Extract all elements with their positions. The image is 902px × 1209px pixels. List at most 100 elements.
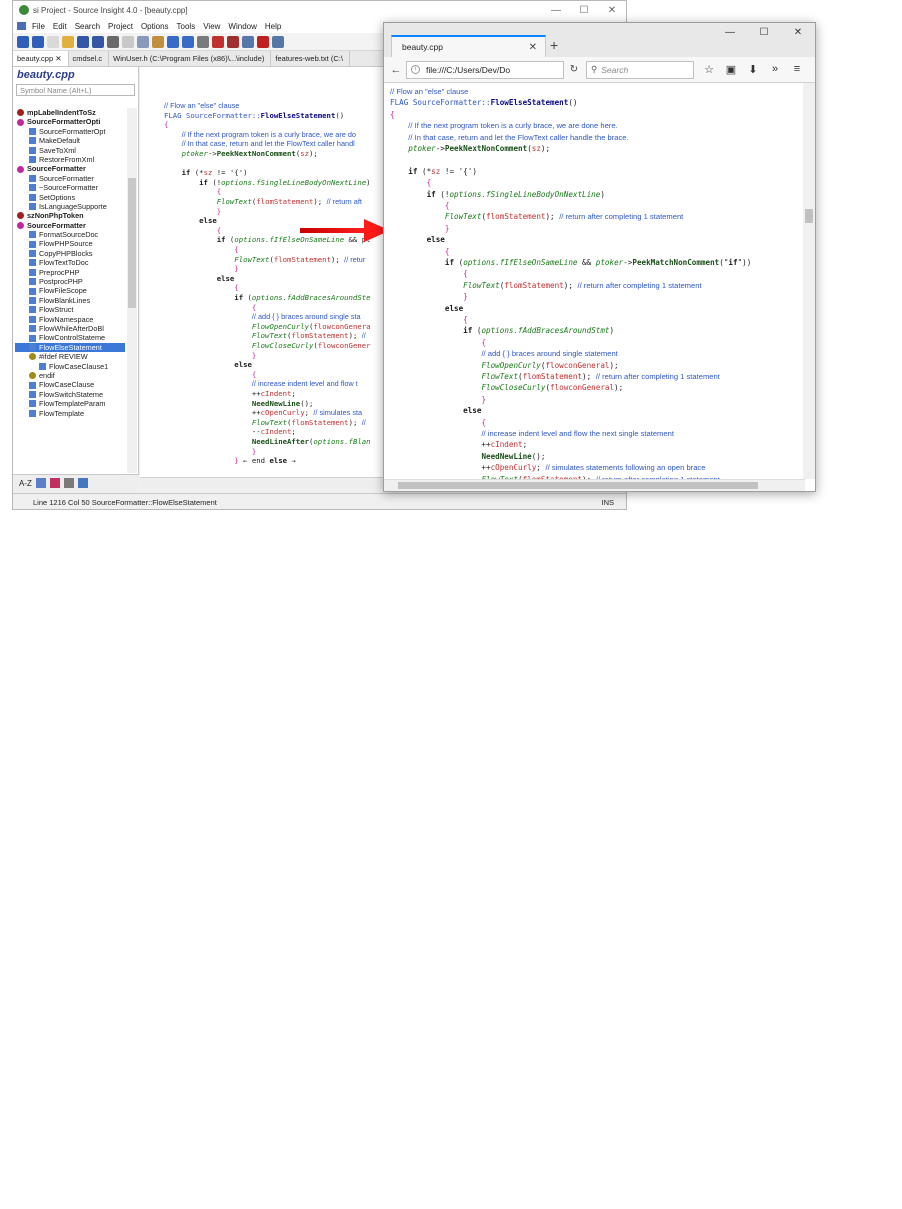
- open-folder-icon[interactable]: [62, 35, 74, 48]
- symbol-search-input[interactable]: Symbol Name (Alt+L): [16, 84, 135, 96]
- symbol-item[interactable]: FlowTemplate: [15, 409, 125, 418]
- code-line: FlowText(flomStatement); // return after…: [481, 372, 720, 381]
- symbol-item[interactable]: SetOptions: [15, 193, 125, 202]
- bookmark-star-icon[interactable]: ☆: [698, 63, 720, 76]
- menu-window[interactable]: Window: [224, 22, 260, 31]
- symbol-item[interactable]: SourceFormatterOpti: [15, 117, 125, 126]
- firefox-vertical-scrollbar[interactable]: [803, 83, 815, 479]
- symbol-item[interactable]: SaveToXml: [15, 146, 125, 155]
- symbol-item[interactable]: FlowWhileAfterDoBl: [15, 324, 125, 333]
- symbol-item[interactable]: FlowCaseClause: [15, 380, 125, 389]
- search-box[interactable]: ⚲ Search: [586, 60, 694, 79]
- symbol-item[interactable]: PostprocPHP: [15, 277, 125, 286]
- symbol-item[interactable]: CopyPHPBlocks: [15, 249, 125, 258]
- menu-tools[interactable]: Tools: [173, 22, 200, 31]
- firefox-vscroll-thumb[interactable]: [805, 209, 813, 223]
- symbol-item[interactable]: FlowTextToDoc: [15, 258, 125, 267]
- symbol-item[interactable]: RestoreFromXml: [15, 155, 125, 164]
- print-icon[interactable]: [107, 35, 119, 48]
- sidebar-scrollbar[interactable]: [127, 108, 137, 473]
- group-icon[interactable]: [63, 478, 74, 488]
- tab-winuser-h[interactable]: WinUser.h (C:\Program Files (x86)\...\in…: [109, 51, 272, 66]
- symbol-item[interactable]: MakeDefault: [15, 136, 125, 145]
- firefox-maximize-button[interactable]: ☐: [747, 27, 781, 38]
- references-icon[interactable]: [227, 35, 239, 48]
- symbol-item[interactable]: mpLabelIndentToSz: [15, 108, 125, 117]
- symbol-item[interactable]: FlowNamespace: [15, 315, 125, 324]
- method-icon: [29, 409, 36, 417]
- symbol-item[interactable]: SourceFormatterOpt: [15, 127, 125, 136]
- firefox-horizontal-scrollbar[interactable]: [384, 479, 805, 491]
- system-menu-icon[interactable]: [17, 22, 26, 30]
- menu-file[interactable]: File: [28, 22, 49, 31]
- menu-edit[interactable]: Edit: [49, 22, 71, 31]
- save-icon[interactable]: [77, 35, 89, 48]
- overflow-menu-icon[interactable]: »: [764, 63, 786, 76]
- firefox-close-button[interactable]: ✕: [781, 27, 815, 38]
- cut-icon[interactable]: [122, 35, 134, 48]
- symbol-item[interactable]: #ifdef REVIEW: [15, 352, 125, 361]
- symbol-item[interactable]: FlowCaseClause1: [15, 362, 125, 371]
- menu-view[interactable]: View: [199, 22, 224, 31]
- symbol-item[interactable]: FlowSwitchStateme: [15, 390, 125, 399]
- symbol-item[interactable]: ~SourceFormatter: [15, 183, 125, 192]
- firefox-minimize-button[interactable]: —: [713, 27, 747, 38]
- symbol-item[interactable]: FlowBlankLines: [15, 296, 125, 305]
- code-line: {: [463, 269, 468, 279]
- symbol-item[interactable]: PreprocPHP: [15, 268, 125, 277]
- tab-cmdsel-c[interactable]: cmdsel.c: [69, 51, 110, 66]
- close-button[interactable]: ✕: [598, 5, 626, 16]
- search-placeholder: Search: [601, 64, 629, 75]
- copy-icon[interactable]: [137, 35, 149, 48]
- forward-icon[interactable]: [32, 35, 44, 48]
- minimize-button[interactable]: —: [542, 5, 570, 16]
- tab-beauty-cpp[interactable]: beauty.cpp ✕: [13, 51, 69, 66]
- symbol-item[interactable]: IsLanguageSupporte: [15, 202, 125, 211]
- relation-icon[interactable]: [257, 35, 269, 48]
- close-tab-icon[interactable]: ✕: [529, 42, 537, 53]
- back-icon[interactable]: [17, 35, 29, 48]
- symbol-item[interactable]: SourceFormatter: [15, 174, 125, 183]
- symbol-item[interactable]: FlowTemplateParam: [15, 399, 125, 408]
- symbol-item[interactable]: endif: [15, 371, 125, 380]
- menu-project[interactable]: Project: [104, 22, 137, 31]
- symbol-item[interactable]: FlowElseStatement: [15, 342, 125, 353]
- library-icon[interactable]: ▣: [720, 63, 742, 76]
- reload-icon[interactable]: ↻: [564, 64, 584, 75]
- bookmark-icon[interactable]: [197, 35, 209, 48]
- url-bar[interactable]: i file:///C:/Users/Dev/Do: [406, 60, 564, 79]
- symbol-item[interactable]: FlowStruct: [15, 305, 125, 314]
- symbol-item[interactable]: FlowPHPSource: [15, 239, 125, 248]
- menu-options[interactable]: Options: [137, 22, 173, 31]
- symbol-item[interactable]: szNonPhpToken: [15, 211, 125, 220]
- save-all-icon[interactable]: [92, 35, 104, 48]
- undo-icon[interactable]: [167, 35, 179, 48]
- sidebar-scroll-thumb[interactable]: [128, 178, 136, 308]
- hamburger-menu-icon[interactable]: ≡: [786, 63, 808, 76]
- menu-search[interactable]: Search: [71, 22, 104, 31]
- firefox-hscroll-thumb[interactable]: [398, 482, 758, 489]
- list-view-icon[interactable]: [35, 478, 46, 488]
- paste-icon[interactable]: [152, 35, 164, 48]
- category-icon[interactable]: [49, 478, 60, 488]
- redo-icon[interactable]: [182, 35, 194, 48]
- settings-gear-icon[interactable]: [77, 478, 88, 488]
- symbol-item[interactable]: FormatSourceDoc: [15, 230, 125, 239]
- site-info-icon[interactable]: i: [411, 65, 420, 74]
- jump-icon[interactable]: [212, 35, 224, 48]
- firefox-tab-beauty-cpp[interactable]: beauty.cpp ✕: [391, 35, 546, 57]
- back-arrow-icon[interactable]: ←: [388, 64, 404, 76]
- new-file-icon[interactable]: [47, 35, 59, 48]
- context-icon[interactable]: [272, 35, 284, 48]
- new-tab-button[interactable]: +: [550, 37, 558, 53]
- symbol-item[interactable]: SourceFormatter: [15, 221, 125, 230]
- sort-az-button[interactable]: A-Z: [19, 479, 32, 488]
- symbol-window-icon[interactable]: [242, 35, 254, 48]
- symbol-item[interactable]: FlowControlStateme: [15, 333, 125, 342]
- menu-help[interactable]: Help: [261, 22, 285, 31]
- tab-features-web-txt[interactable]: features-web.txt (C:\: [271, 51, 350, 66]
- maximize-button[interactable]: ☐: [570, 5, 598, 16]
- download-icon[interactable]: ⬇: [742, 63, 764, 76]
- symbol-item[interactable]: FlowFileScope: [15, 286, 125, 295]
- symbol-item[interactable]: SourceFormatter: [15, 164, 125, 173]
